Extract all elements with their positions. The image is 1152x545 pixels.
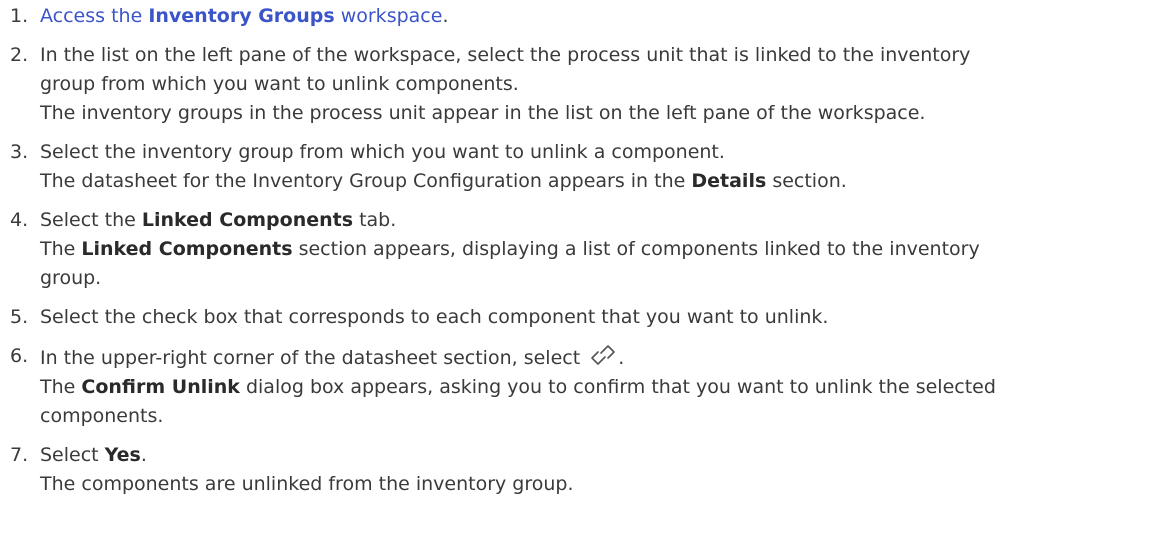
step-3: 3. Select the inventory group from which… <box>0 138 1152 196</box>
step-4: 4. Select the Linked Components tab. The… <box>0 206 1152 293</box>
step-text: Select Yes. <box>40 444 147 466</box>
step-7: 7. Select Yes. The components are unlink… <box>0 441 1152 499</box>
step-result: The inventory groups in the process unit… <box>40 102 926 124</box>
step-number: 5. <box>10 306 29 328</box>
step-text: Select the check box that corresponds to… <box>40 306 829 328</box>
step-5: 5. Select the check box that corresponds… <box>0 303 1152 332</box>
step-1: 1. Access the Inventory Groups workspace… <box>0 2 1152 31</box>
step-result: The components are unlinked from the inv… <box>40 473 574 495</box>
step-result: The Linked Components section appears, d… <box>40 238 980 260</box>
step-result: The datasheet for the Inventory Group Co… <box>40 170 847 192</box>
step-number: 6. <box>10 345 29 367</box>
step-text: group from which you want to unlink comp… <box>40 73 519 95</box>
procedure-steps: 1. Access the Inventory Groups workspace… <box>0 2 1152 499</box>
step-number: 7. <box>10 444 29 466</box>
step-text: Select the Linked Components tab. <box>40 209 397 231</box>
inventory-groups-workspace-link[interactable]: Access the Inventory Groups workspace <box>40 5 442 27</box>
step-number: 2. <box>10 44 29 66</box>
step-number: 1. <box>10 5 29 27</box>
step-text: In the upper-right corner of the datashe… <box>40 342 1142 373</box>
step-text: Select the inventory group from which yo… <box>40 141 725 163</box>
step-6: 6. In the upper-right corner of the data… <box>0 342 1152 431</box>
step-result: group. <box>40 267 102 289</box>
step-2: 2. In the list on the left pane of the w… <box>0 41 1152 128</box>
step-text: In the list on the left pane of the work… <box>40 44 971 66</box>
unlink-icon <box>588 342 618 368</box>
step-number: 4. <box>10 209 29 231</box>
step-number: 3. <box>10 141 29 163</box>
step-result: The Confirm Unlink dialog box appears, a… <box>40 376 996 398</box>
step-text: Access the Inventory Groups workspace. <box>40 5 449 27</box>
step-result: components. <box>40 405 164 427</box>
